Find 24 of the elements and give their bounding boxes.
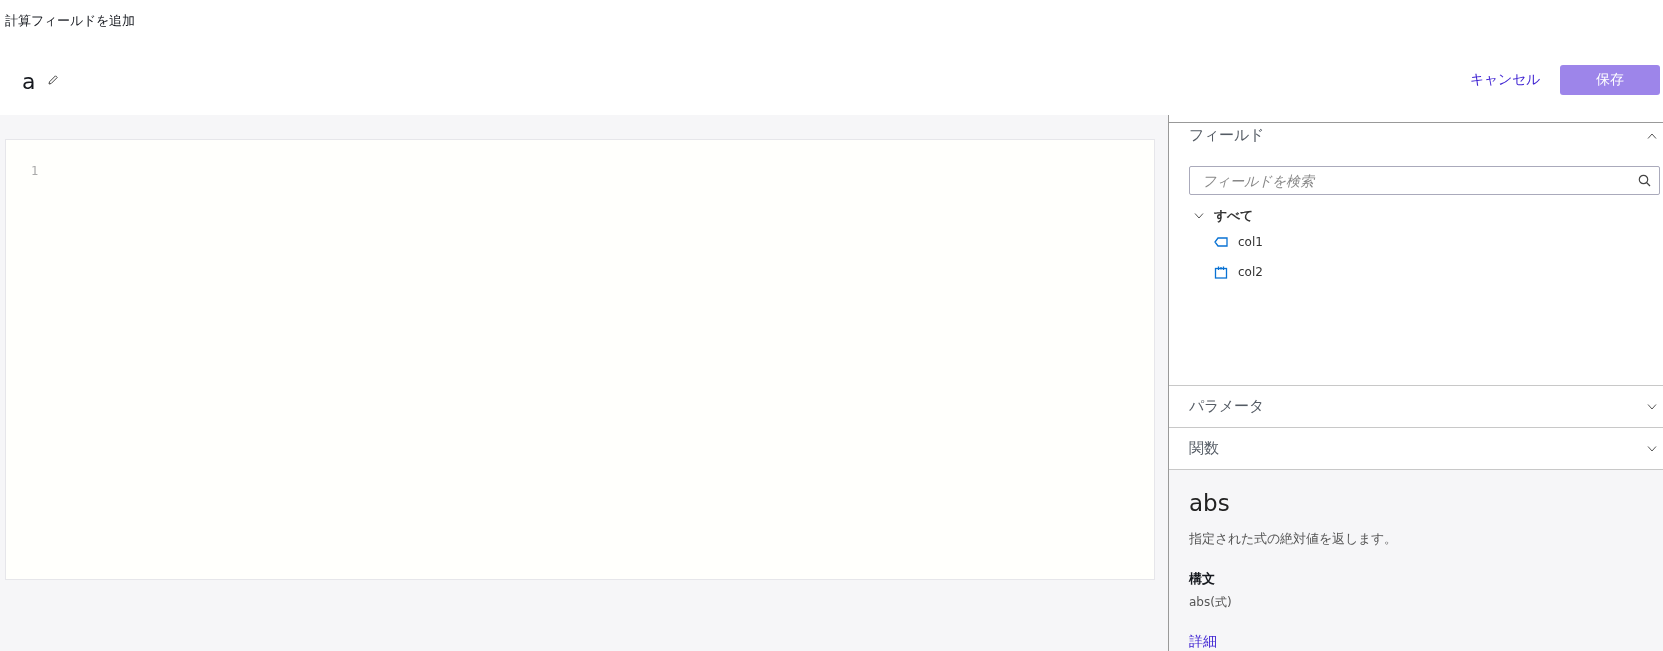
chevron-up-icon[interactable]	[1647, 132, 1657, 139]
search-field[interactable]: フィールドを検索	[1189, 166, 1660, 195]
calendar-icon	[1214, 265, 1228, 279]
search-icon[interactable]	[1638, 174, 1651, 187]
chevron-down-icon[interactable]	[1647, 445, 1657, 452]
field-item[interactable]: col1	[1238, 235, 1263, 249]
field-item[interactable]: col2	[1238, 265, 1263, 279]
syntax-text: abs(式)	[1189, 594, 1233, 611]
window-title: 計算フィールドを追加	[4, 12, 136, 30]
function-description: 指定された式の絶対値を返します。	[1189, 530, 1398, 548]
cancel-link[interactable]: キャンセル	[1470, 71, 1540, 89]
pencil-icon[interactable]	[47, 74, 60, 86]
syntax-heading: 構文	[1189, 570, 1216, 588]
function-name: abs	[1189, 490, 1231, 516]
line-number: 1	[31, 164, 40, 178]
chevron-down-icon[interactable]	[1647, 403, 1657, 410]
chevron-down-icon[interactable]	[1194, 213, 1204, 219]
tree-group-label[interactable]: すべて	[1214, 207, 1253, 225]
field-name: a	[22, 68, 36, 94]
details-link[interactable]: 詳細	[1189, 633, 1217, 651]
section-title[interactable]: フィールド	[1189, 126, 1264, 145]
tag-icon	[1214, 237, 1228, 247]
section-title[interactable]: パラメータ	[1189, 397, 1264, 416]
section-title[interactable]: 関数	[1189, 439, 1219, 458]
